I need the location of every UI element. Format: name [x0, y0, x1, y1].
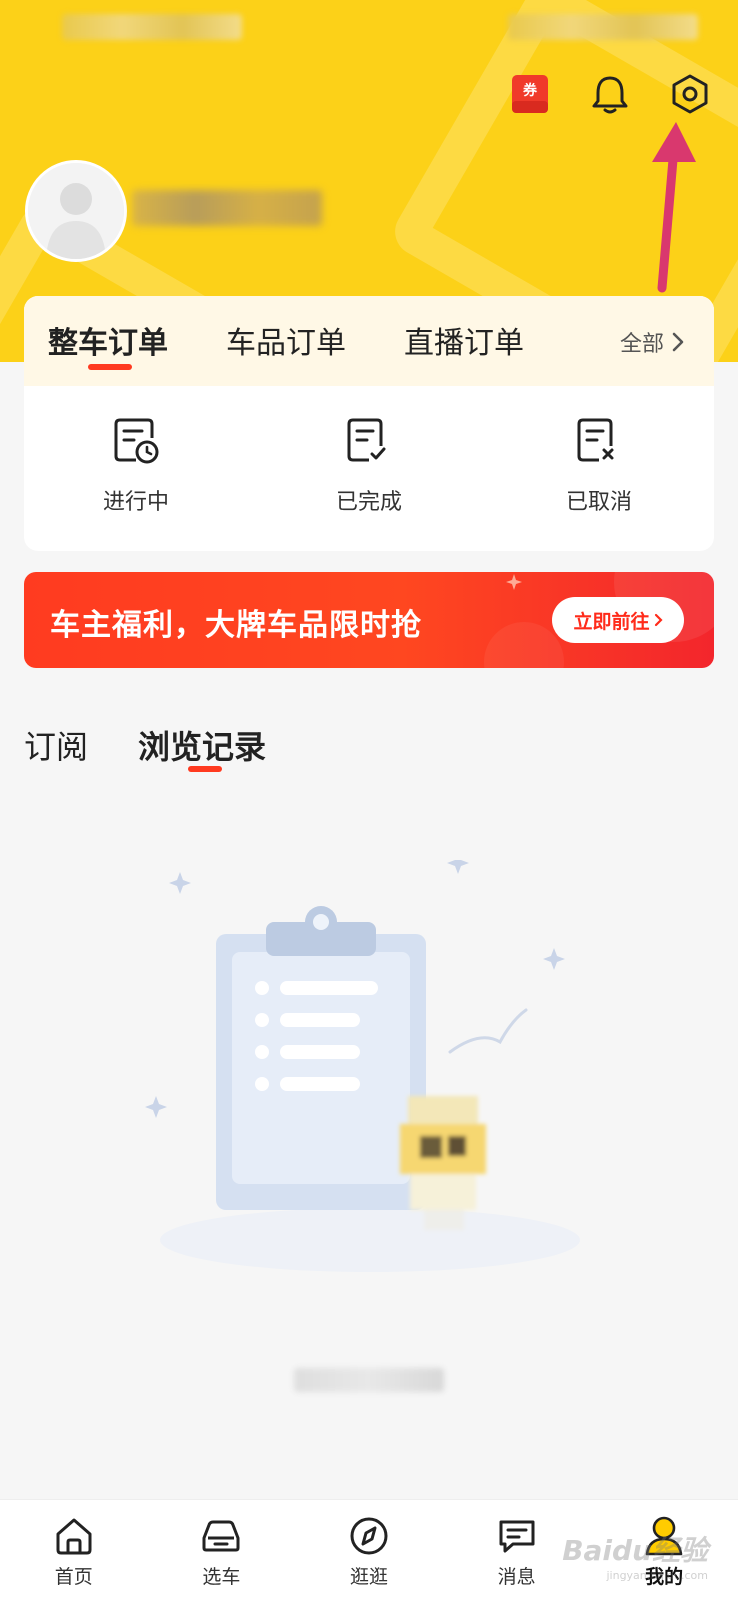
watermark: Baidu经验 jingyan.baidu.com	[562, 1529, 708, 1582]
tab-subscriptions[interactable]: 订阅	[24, 722, 88, 768]
avatar[interactable]	[25, 160, 127, 262]
chevron-right-icon	[654, 613, 663, 627]
promo-go-button[interactable]: 立即前往	[552, 597, 684, 643]
nav-label: 选车	[202, 1566, 241, 1588]
order-pending-icon	[114, 418, 159, 464]
message-icon	[499, 1520, 535, 1553]
tab-vehicle-orders[interactable]: 整车订单	[48, 318, 168, 362]
order-status-label: 已取消	[565, 490, 632, 515]
tab-live-orders[interactable]: 直播订单	[404, 318, 524, 362]
mascot-blurred	[400, 1096, 486, 1230]
tab-browsing-history[interactable]: 浏览记录	[138, 722, 266, 768]
orders-tab-bar: 整车订单 车品订单 直播订单 全部	[24, 296, 714, 386]
nav-explore[interactable]: 逛逛	[295, 1500, 443, 1600]
order-completed-icon	[347, 418, 386, 462]
annotation-arrow	[652, 122, 696, 293]
order-status-in-progress[interactable]: 进行中	[56, 416, 216, 516]
nav-label: 逛逛	[349, 1566, 388, 1588]
order-status-label: 进行中	[102, 490, 169, 515]
bottom-navigation: 首页 选车 逛逛 消息 我的 Baidu经验 jingyan.baidu.com	[0, 1499, 738, 1600]
bell-icon	[592, 76, 628, 114]
order-status-label: 已完成	[335, 490, 402, 515]
order-status-completed[interactable]: 已完成	[289, 416, 449, 516]
coupon-button[interactable]: 券	[506, 70, 554, 118]
nav-home[interactable]: 首页	[0, 1500, 148, 1600]
car-icon	[202, 1520, 240, 1552]
nav-label: 消息	[497, 1566, 536, 1588]
empty-state-text-blurred	[294, 1368, 444, 1392]
compass-icon	[350, 1517, 388, 1555]
settings-button[interactable]	[666, 70, 714, 118]
promo-banner[interactable]: 车主福利，大牌车品限时抢 立即前往	[24, 572, 714, 668]
coupon-icon: 券	[512, 75, 548, 113]
promo-go-label: 立即前往	[573, 610, 650, 633]
nav-label: 首页	[54, 1566, 93, 1588]
watermark-sub: jingyan.baidu.com	[606, 1569, 708, 1582]
username-blurred	[132, 190, 322, 226]
notifications-button[interactable]	[586, 70, 634, 118]
active-tab-indicator	[188, 766, 222, 772]
order-cancelled-icon	[577, 418, 614, 462]
promo-text: 车主福利，大牌车品限时抢	[50, 608, 422, 643]
home-icon	[56, 1518, 92, 1555]
all-orders-link[interactable]: 全部	[620, 326, 684, 358]
active-tab-indicator	[88, 364, 132, 370]
order-status-cancelled[interactable]: 已取消	[519, 416, 679, 516]
header-actions: 券	[506, 70, 714, 118]
status-bar-indicators-blurred	[508, 14, 698, 40]
coupon-icon-label: 券	[523, 82, 538, 99]
tab-accessory-orders[interactable]: 车品订单	[226, 318, 346, 362]
settings-icon	[672, 74, 708, 114]
nav-choose-car[interactable]: 选车	[148, 1500, 296, 1600]
status-bar-time-blurred	[62, 14, 242, 40]
avatar-placeholder-icon	[28, 163, 124, 259]
orders-card: 整车订单 车品订单 直播订单 全部 进行中 已完成 已取消	[24, 296, 714, 551]
all-orders-label: 全部	[619, 332, 664, 357]
chevron-right-icon	[672, 332, 684, 352]
watermark-text: Baidu经验	[562, 1534, 708, 1567]
empty-state-illustration	[145, 860, 580, 1272]
